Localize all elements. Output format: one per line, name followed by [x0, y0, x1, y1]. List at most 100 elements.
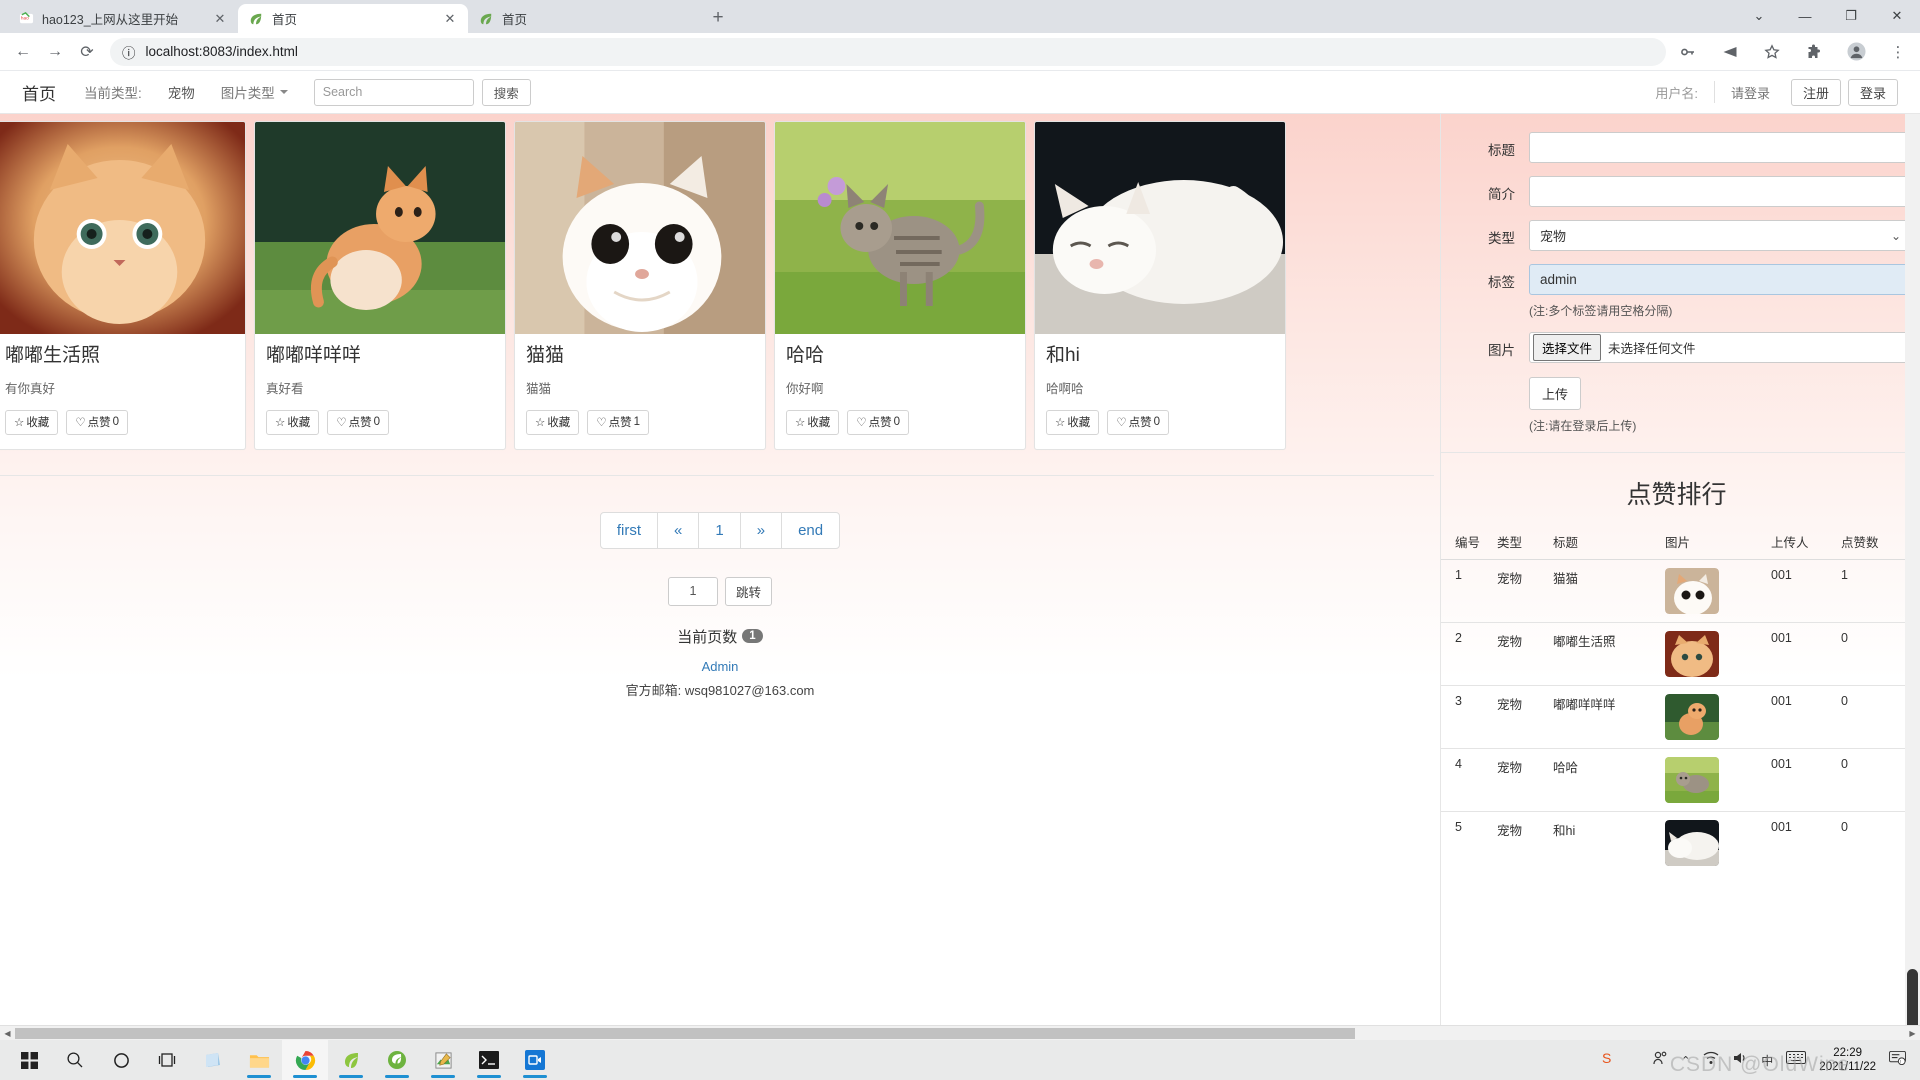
store-icon[interactable]: [190, 1040, 236, 1080]
scroll-left-arrow[interactable]: ◀: [0, 1029, 15, 1038]
image-card[interactable]: 嘟嘟生活照 有你真好 ☆ 收藏 ♡ 点赞 0: [0, 121, 246, 450]
card-image[interactable]: [0, 122, 245, 334]
editor-icon[interactable]: [420, 1040, 466, 1080]
brand-home-link[interactable]: 首页: [22, 80, 56, 105]
like-button[interactable]: ♡ 点赞 0: [1107, 409, 1170, 435]
start-icon[interactable]: [6, 1040, 52, 1080]
page-horizontal-scrollbar[interactable]: ◀ ▶: [0, 1025, 1920, 1040]
table-row[interactable]: 1 宠物 猫猫 001 1: [1441, 559, 1912, 623]
browser-tab-2[interactable]: 首页 ✕: [238, 4, 468, 33]
reload-icon[interactable]: ⟳: [72, 37, 102, 67]
image-card[interactable]: 嘟嘟咩咩咩 真好看 ☆ 收藏 ♡ 点赞 0: [254, 121, 506, 450]
title-input[interactable]: [1529, 132, 1912, 163]
tag-input[interactable]: admin: [1529, 264, 1912, 295]
star-icon[interactable]: [1758, 38, 1786, 66]
search-icon[interactable]: [52, 1040, 98, 1080]
address-bar[interactable]: ⓘ localhost:8083/index.html: [110, 37, 1666, 66]
table-row[interactable]: 3 宠物 嘟嘟咩咩咩 001 0: [1441, 685, 1912, 749]
keyboard-icon[interactable]: [1786, 1051, 1807, 1069]
cortana-icon[interactable]: [98, 1040, 144, 1080]
card-image[interactable]: [255, 122, 505, 334]
extensions-icon[interactable]: [1800, 38, 1828, 66]
site-info-icon[interactable]: ⓘ: [122, 42, 136, 62]
sidebar: 标题 简介 类型 宠物 ⌄ 标签 admin (注:多个标签请用空格分隔) 图片…: [1440, 114, 1912, 1025]
new-tab-button[interactable]: +: [704, 4, 732, 32]
wifi-icon[interactable]: [1703, 1051, 1719, 1070]
explorer-icon[interactable]: [236, 1040, 282, 1080]
like-button[interactable]: ♡ 点赞 1: [587, 409, 650, 435]
menu-icon[interactable]: ⋮: [1884, 38, 1912, 66]
browser-tab-1[interactable]: hao hao123_上网从这里开始 ✕: [8, 4, 238, 33]
white-exotic-cat-image: [515, 122, 765, 334]
page-first-button[interactable]: first: [601, 512, 659, 548]
image-card[interactable]: 和hi 哈啊哈 ☆ 收藏 ♡ 点赞 0: [1034, 121, 1286, 450]
back-icon[interactable]: ←: [8, 37, 38, 67]
type-select[interactable]: 宠物 ⌄: [1529, 220, 1912, 251]
favorite-button[interactable]: ☆ 收藏: [526, 409, 580, 435]
table-row[interactable]: 4 宠物 哈哈 001 0: [1441, 748, 1912, 812]
register-button[interactable]: 注册: [1790, 78, 1841, 106]
category-dropdown[interactable]: 图片类型: [221, 82, 288, 102]
page-end-button[interactable]: end: [782, 513, 839, 548]
page-prev-button[interactable]: «: [658, 512, 700, 548]
page-next-button[interactable]: »: [741, 512, 783, 548]
scrollbar-thumb[interactable]: [1907, 969, 1918, 1025]
upload-button[interactable]: 上传: [1529, 377, 1582, 410]
close-icon[interactable]: ✕: [442, 11, 458, 27]
people-icon[interactable]: [1652, 1050, 1668, 1071]
taskbar-clock[interactable]: 22:29 2021/11/22: [1819, 1046, 1876, 1075]
cell-image: [1661, 559, 1767, 623]
jump-page-input[interactable]: 1: [667, 576, 718, 606]
like-button[interactable]: ♡ 点赞 0: [847, 409, 910, 435]
terminal-icon[interactable]: [466, 1040, 512, 1080]
close-window-icon[interactable]: ✕: [1874, 0, 1920, 32]
profile-icon[interactable]: [1842, 38, 1870, 66]
recorder-icon[interactable]: [512, 1040, 558, 1080]
image-card[interactable]: 哈哈 你好啊 ☆ 收藏 ♡ 点赞 0: [774, 121, 1026, 450]
minimize-icon[interactable]: —: [1782, 0, 1828, 32]
key-icon[interactable]: [1674, 38, 1702, 66]
scrollbar-thumb-horizontal[interactable]: [15, 1027, 1355, 1039]
search-input[interactable]: Search: [313, 78, 474, 106]
favorite-button[interactable]: ☆ 收藏: [5, 409, 59, 435]
sogou-icon[interactable]: S: [1601, 1050, 1617, 1071]
jump-button[interactable]: 跳转: [724, 576, 772, 606]
volume-icon[interactable]: [1732, 1051, 1748, 1070]
card-image[interactable]: [1035, 122, 1285, 334]
maximize-icon[interactable]: ❐: [1828, 0, 1874, 32]
table-header-row: 编号 类型 标题 图片 上传人 点赞数: [1441, 524, 1912, 560]
like-button[interactable]: ♡ 点赞 0: [327, 409, 390, 435]
close-icon[interactable]: ✕: [212, 11, 228, 27]
favorite-button[interactable]: ☆ 收藏: [1046, 409, 1100, 435]
login-button[interactable]: 登录: [1847, 78, 1898, 106]
choose-file-button[interactable]: 选择文件: [1533, 334, 1602, 361]
favorite-button[interactable]: ☆ 收藏: [266, 409, 320, 435]
spring-icon[interactable]: [374, 1040, 420, 1080]
tag-label: 标签: [1488, 275, 1515, 290]
browser-window: hao hao123_上网从这里开始 ✕ 首页 ✕ 首页 + ⌄ — ❐ ✕ ←: [0, 0, 1920, 1080]
favorite-button[interactable]: ☆ 收藏: [786, 409, 840, 435]
navicat-icon[interactable]: [328, 1040, 374, 1080]
scroll-right-arrow[interactable]: ▶: [1905, 1029, 1920, 1038]
browser-tab-3[interactable]: 首页: [468, 4, 698, 33]
table-row[interactable]: 5 宠物 和hi 001 0: [1441, 811, 1912, 874]
card-image[interactable]: [515, 122, 765, 334]
send-icon[interactable]: [1716, 38, 1744, 66]
forward-icon[interactable]: →: [40, 37, 70, 67]
ime-icon[interactable]: 中: [1761, 1052, 1773, 1069]
notification-icon[interactable]: !: [1889, 1050, 1906, 1070]
image-card[interactable]: 猫猫 猫猫 ☆ 收藏 ♡ 点赞 1: [514, 121, 766, 450]
file-input[interactable]: 选择文件 未选择任何文件: [1529, 332, 1912, 363]
chevron-down-icon[interactable]: ⌄: [1736, 0, 1782, 32]
page-number-button[interactable]: 1: [699, 512, 741, 548]
chevron-up-icon[interactable]: ⌃: [1681, 1054, 1690, 1067]
footer-admin-link[interactable]: Admin: [702, 659, 739, 674]
chrome-icon[interactable]: [282, 1040, 328, 1080]
page-vertical-scrollbar[interactable]: [1905, 114, 1920, 1025]
intro-input[interactable]: [1529, 176, 1912, 207]
taskview-icon[interactable]: [144, 1040, 190, 1080]
search-button[interactable]: 搜索: [481, 78, 531, 106]
card-image[interactable]: [775, 122, 1025, 334]
table-row[interactable]: 2 宠物 嘟嘟生活照 001 0: [1441, 622, 1912, 686]
like-button[interactable]: ♡ 点赞 0: [66, 409, 129, 435]
